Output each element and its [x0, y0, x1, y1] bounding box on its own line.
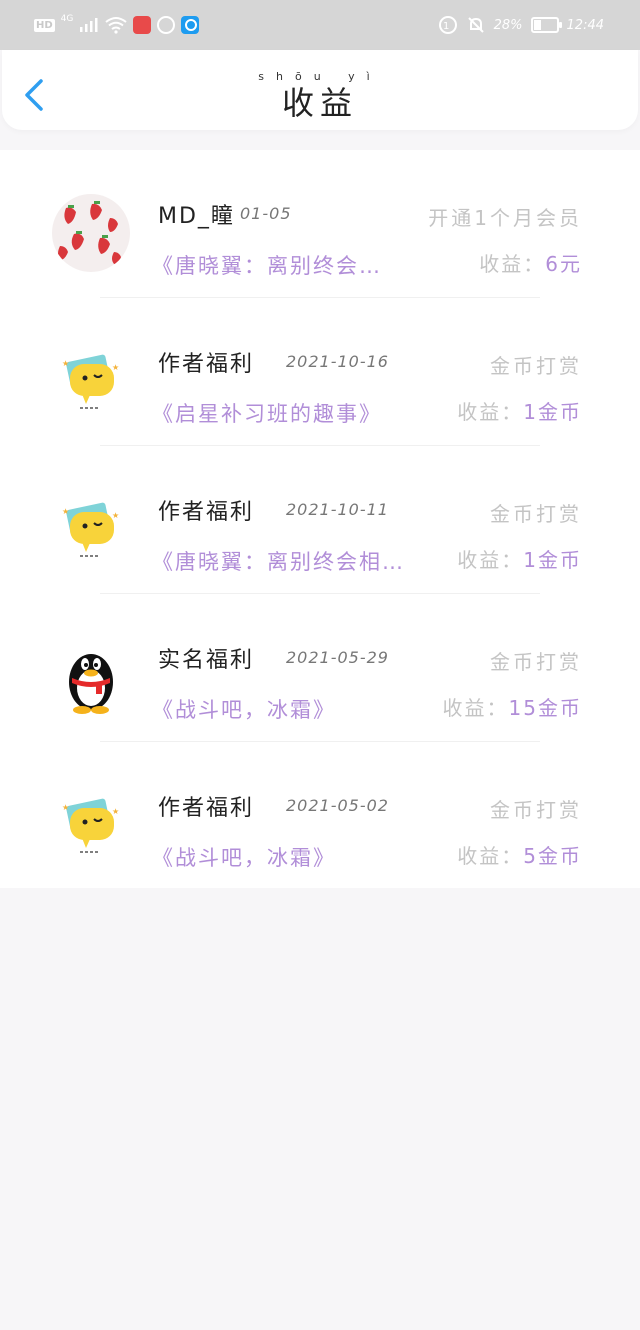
item-book-title[interactable]: 《唐晓翼：离别终会… — [152, 250, 382, 280]
loading-circle-icon — [157, 16, 176, 34]
speech-bubble-avatar: ★ ★ — [52, 786, 130, 864]
item-book-title[interactable]: 《战斗吧，冰霜》 — [152, 842, 336, 872]
status-left-icons: HD 4G — [34, 12, 200, 38]
wifi-icon — [105, 17, 127, 34]
item-name: 作者福利 — [158, 796, 255, 821]
page-title: 收益 — [281, 84, 358, 122]
svg-text:1: 1 — [443, 21, 449, 32]
item-date: 2021-05-29 — [286, 648, 389, 667]
item-income: 收益：15金币 — [443, 692, 582, 721]
item-book-title[interactable]: 《战斗吧，冰霜》 — [152, 694, 336, 724]
app-header: shōu yì 收益 — [2, 50, 638, 130]
income-value: 5金币 — [523, 844, 582, 868]
data-saver-icon: 1 — [438, 16, 457, 34]
item-reward-type: 金币打赏 — [490, 798, 582, 822]
search-app-icon — [181, 16, 200, 34]
income-label: 收益： — [442, 696, 509, 720]
speech-bubble-icon: ★ ★ — [52, 786, 130, 864]
reader-app-icon — [133, 16, 152, 34]
income-value: 1金币 — [523, 400, 582, 424]
item-name: MD_瞳 — [158, 204, 235, 229]
battery-percent: 28% — [493, 17, 523, 33]
status-bar: HD 4G 1 28% 12:44 — [0, 0, 640, 50]
income-list-item[interactable]: MD_瞳 01-05 开通1个月会员 《唐晓翼：离别终会… 收益：6元 — [0, 150, 640, 298]
svg-text:★: ★ — [112, 363, 119, 372]
item-date: 2021-10-11 — [286, 500, 389, 519]
svg-text:★: ★ — [62, 359, 69, 368]
svg-text:★: ★ — [62, 803, 69, 812]
income-list-item[interactable]: ★ ★ 作者福利 2021-05-02 金币打赏 《战斗吧，冰霜》 收益：5金币 — [0, 742, 640, 890]
income-label: 收益： — [457, 844, 524, 868]
item-date: 2021-10-16 — [286, 352, 389, 371]
income-value: 6元 — [545, 252, 582, 276]
strawberry-icon — [52, 194, 130, 272]
item-reward-type: 金币打赏 — [490, 650, 582, 674]
battery-icon — [530, 17, 562, 33]
qq-penguin-avatar — [52, 638, 130, 716]
strawberry-avatar — [52, 194, 130, 272]
income-list-item[interactable]: ★ ★ 作者福利 2021-10-16 金币打赏 《启星补习班的趣事》 收益：1… — [0, 298, 640, 446]
item-book-title[interactable]: 《唐晓翼：离别终会相… — [152, 546, 405, 576]
income-list-item[interactable]: 实名福利 2021-05-29 金币打赏 《战斗吧，冰霜》 收益：15金币 — [0, 594, 640, 742]
mute-bell-icon — [467, 17, 484, 33]
income-list-item[interactable]: ★ ★ 作者福利 2021-10-11 金币打赏 《唐晓翼：离别终会相… 收益：… — [0, 446, 640, 594]
svg-text:★: ★ — [62, 507, 69, 516]
income-label: 收益： — [479, 252, 546, 276]
item-income: 收益：5金币 — [457, 840, 582, 869]
income-label: 收益： — [457, 548, 524, 572]
item-income: 收益：6元 — [479, 248, 582, 277]
item-income: 收益：1金币 — [457, 544, 582, 573]
item-reward-type: 开通1个月会员 — [428, 206, 582, 230]
item-name: 实名福利 — [158, 648, 255, 673]
signal-icon — [80, 18, 98, 32]
item-income: 收益：1金币 — [457, 396, 582, 425]
penguin-icon — [52, 638, 130, 716]
clock-time: 12:44 — [566, 17, 604, 33]
svg-text:★: ★ — [112, 511, 119, 520]
svg-text:★: ★ — [112, 807, 119, 816]
item-name: 作者福利 — [158, 500, 255, 525]
income-label: 收益： — [457, 400, 524, 424]
item-book-title[interactable]: 《启星补习班的趣事》 — [152, 398, 382, 428]
network-label: 4G — [60, 14, 74, 24]
status-right-icons: 1 28% 12:44 — [438, 12, 604, 38]
item-reward-type: 金币打赏 — [490, 354, 582, 378]
income-value: 1金币 — [523, 548, 582, 572]
item-date: 2021-05-02 — [286, 796, 389, 815]
item-date: 01-05 — [240, 204, 292, 223]
speech-bubble-icon: ★ ★ — [52, 342, 130, 420]
speech-bubble-avatar: ★ ★ — [52, 490, 130, 568]
item-name: 作者福利 — [158, 352, 255, 377]
speech-bubble-avatar: ★ ★ — [52, 342, 130, 420]
hd-badge: HD — [34, 18, 55, 32]
speech-bubble-icon: ★ ★ — [52, 490, 130, 568]
item-reward-type: 金币打赏 — [490, 502, 582, 526]
income-list: MD_瞳 01-05 开通1个月会员 《唐晓翼：离别终会… 收益：6元 ★ ★ … — [0, 150, 640, 888]
income-value: 15金币 — [508, 696, 582, 720]
